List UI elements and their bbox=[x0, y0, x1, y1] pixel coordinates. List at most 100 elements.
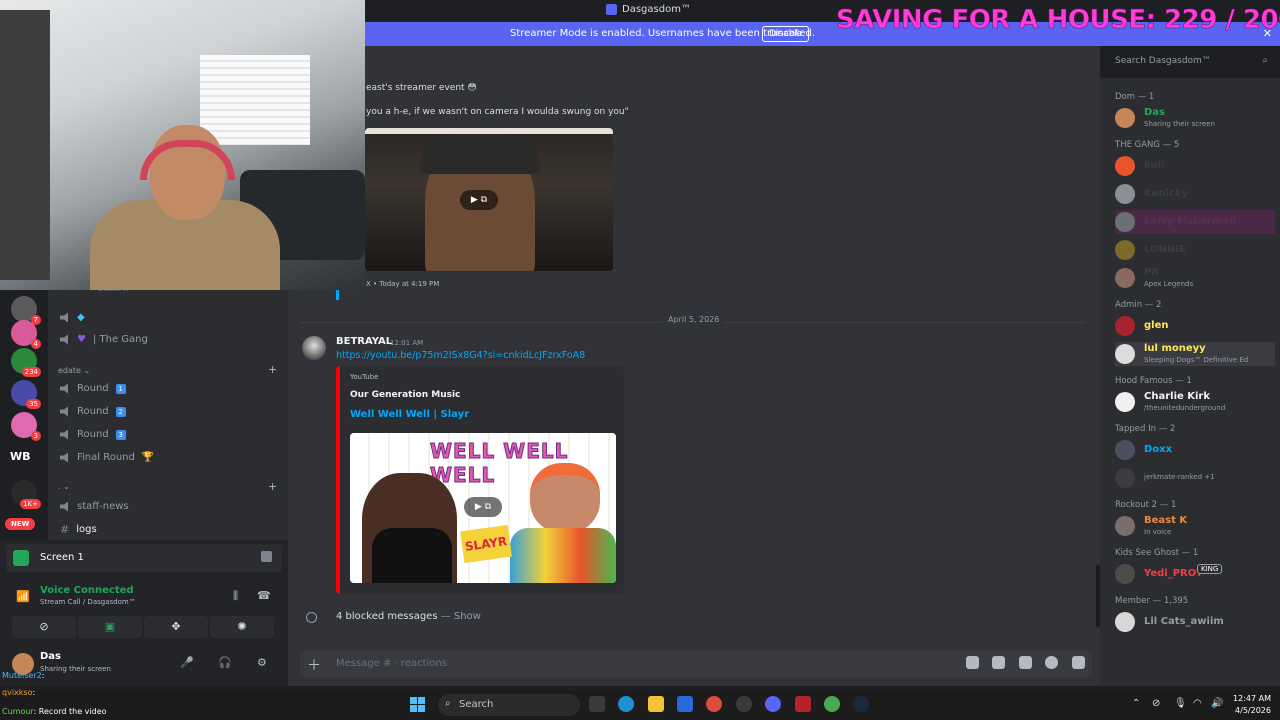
blocked-messages[interactable]: 4 blocked messages — Show bbox=[336, 611, 481, 622]
gif-icon[interactable] bbox=[992, 656, 1005, 669]
chat-scrollbar[interactable] bbox=[1096, 565, 1100, 627]
new-pill[interactable]: NEW bbox=[5, 518, 36, 530]
steam-icon[interactable] bbox=[853, 696, 869, 712]
member-item[interactable]: PR Apex Legends bbox=[1115, 266, 1275, 290]
tray-chevron-icon[interactable]: ⌃ bbox=[1132, 698, 1140, 709]
embed-author[interactable]: Our Generation Music bbox=[350, 390, 460, 400]
member-status: jerkmate-ranked +1 bbox=[1144, 473, 1215, 481]
embed-title[interactable]: Well Well Well | Slayr bbox=[350, 409, 469, 420]
add-channel-icon[interactable]: + bbox=[268, 480, 277, 493]
headphones-icon[interactable]: 🎧 bbox=[218, 656, 232, 669]
play-icon[interactable]: ▶ ⧉ bbox=[460, 190, 498, 210]
author-avatar[interactable] bbox=[302, 336, 326, 360]
member-item[interactable]: lul moneyy Sleeping Dogs™ Definitive Ed bbox=[1115, 342, 1275, 366]
server-icon[interactable]: 35 bbox=[11, 380, 41, 409]
category-edate[interactable]: edate ⌄ bbox=[58, 366, 90, 375]
show-blocked-link[interactable]: — Show bbox=[441, 611, 481, 622]
attach-plus-icon[interactable]: ＋ bbox=[307, 655, 321, 675]
microphone-icon[interactable]: 🎤 bbox=[180, 656, 194, 669]
member-name: Das bbox=[1144, 107, 1166, 118]
tray-wifi-icon[interactable]: ◠ bbox=[1193, 698, 1202, 709]
round-badge: 3 bbox=[115, 429, 126, 440]
member-item[interactable]: Charlie Kirk/theunitedunderground bbox=[1115, 390, 1275, 414]
clock-date: 4/5/2026 bbox=[1235, 706, 1271, 715]
close-popout-icon[interactable] bbox=[261, 551, 272, 562]
member-item[interactable]: Yedi_PRO7 KING bbox=[1115, 562, 1275, 586]
chrome-icon[interactable] bbox=[706, 696, 722, 712]
taskbar-search[interactable]: ⌕ Search bbox=[438, 694, 580, 716]
voice-channel-path[interactable]: Stream Call / Dasgasdom™ bbox=[40, 598, 136, 606]
soundboard-button[interactable]: ✺ bbox=[210, 616, 274, 638]
disconnect-icon[interactable]: ☎ bbox=[257, 589, 271, 602]
adobe-icon[interactable] bbox=[795, 696, 811, 712]
emoji-icon[interactable] bbox=[1045, 656, 1058, 669]
embed-thumbnail[interactable]: WELL WELL WELL SLAYR ▶ ⧉ bbox=[350, 433, 616, 583]
voice-channel-round-3[interactable]: Round 3 bbox=[60, 429, 126, 440]
member-item[interactable]: Larry Fisherman bbox=[1115, 210, 1275, 234]
member-item[interactable]: jerkmate-ranked +1 bbox=[1115, 466, 1275, 490]
settings-gear-icon[interactable]: ⚙ bbox=[257, 656, 267, 669]
signal-icon[interactable]: 📶 bbox=[16, 590, 30, 603]
member-item[interactable]: Doxx bbox=[1115, 438, 1275, 462]
server-icon[interactable]: 7 bbox=[11, 296, 41, 325]
member-item[interactable]: Lil Cats_awiim bbox=[1115, 610, 1275, 634]
disable-streamer-mode-button[interactable]: Disable bbox=[762, 26, 810, 42]
obs-icon[interactable] bbox=[736, 696, 752, 712]
tray-mic-icon[interactable]: 🎙 bbox=[1174, 698, 1187, 709]
member-avatar bbox=[1115, 316, 1135, 336]
server-icon[interactable]: 1K+ bbox=[11, 480, 41, 509]
store-icon[interactable] bbox=[677, 696, 693, 712]
file-explorer-icon[interactable] bbox=[648, 696, 664, 712]
member-name: Doxx bbox=[1144, 444, 1173, 455]
chat-line: qvixkso: bbox=[2, 688, 35, 697]
screen-share-popout[interactable]: Screen 1 bbox=[6, 544, 282, 572]
voice-panel: Screen 1 📶 Voice Connected Stream Call /… bbox=[0, 540, 288, 686]
category-dot[interactable]: . ⌄ bbox=[58, 482, 70, 491]
chrome-profile-icon[interactable] bbox=[824, 696, 840, 712]
server-wb[interactable]: WB bbox=[10, 450, 31, 463]
voice-channel-diamond[interactable]: ◆ bbox=[60, 312, 85, 323]
voice-channel-the-gang[interactable]: ♥ | The Gang bbox=[60, 334, 148, 345]
text-channel-logs[interactable]: # logs bbox=[60, 523, 97, 536]
taskbar-clock[interactable]: 12:47 AM 4/5/2026 bbox=[1233, 693, 1271, 717]
prev-message-line1: east's streamer event 😳 bbox=[366, 83, 477, 93]
member-item[interactable]: Beast K In voice bbox=[1115, 514, 1275, 538]
activities-button[interactable]: ✥ bbox=[144, 616, 208, 638]
member-item[interactable]: Das Sharing their screen bbox=[1115, 106, 1275, 130]
user-name[interactable]: Das bbox=[40, 651, 61, 662]
server-icon[interactable]: 234 bbox=[11, 348, 41, 377]
start-button[interactable] bbox=[410, 697, 426, 713]
tray-volume-icon[interactable]: 🔊 bbox=[1211, 698, 1223, 709]
voice-channel-round-2[interactable]: Round 2 bbox=[60, 406, 126, 417]
speaker-icon bbox=[60, 429, 68, 440]
add-channel-icon[interactable]: + bbox=[268, 363, 277, 376]
member-item[interactable]: LONNIE bbox=[1115, 238, 1275, 262]
server-icon[interactable]: 4 bbox=[11, 320, 41, 349]
camera-off-button[interactable]: ⊘ bbox=[12, 616, 76, 638]
message-author[interactable]: BETRAYAL bbox=[336, 336, 392, 347]
voice-channel-round-1[interactable]: Round 1 bbox=[60, 383, 126, 394]
message-composer[interactable]: ＋ Message # · reactions bbox=[300, 650, 1092, 678]
apps-icon[interactable] bbox=[1072, 656, 1085, 669]
search-input[interactable]: Search Dasgasdom™ ⌕ bbox=[1108, 52, 1274, 72]
discord-taskbar-icon[interactable] bbox=[765, 696, 781, 712]
task-view-icon[interactable] bbox=[589, 696, 605, 712]
member-item[interactable]: Kenicky bbox=[1115, 182, 1275, 206]
message-timestamp: 12:01 AM bbox=[390, 339, 424, 347]
youtube-link[interactable]: https://youtu.be/p75m2ISx8G4?si=cnkidLcJ… bbox=[336, 350, 585, 361]
share-screen-button[interactable]: ▣ bbox=[78, 616, 142, 638]
text-channel-staff-news[interactable]: staff-news bbox=[60, 501, 129, 512]
server-icon[interactable]: 3 bbox=[11, 412, 41, 441]
member-item[interactable]: kali bbox=[1115, 154, 1275, 178]
member-item[interactable]: glen bbox=[1115, 314, 1275, 338]
start-tile bbox=[418, 705, 425, 712]
voice-channel-final-round[interactable]: Final Round 🏆 bbox=[60, 452, 154, 463]
video-thumbnail[interactable]: ▶ ⧉ bbox=[365, 128, 613, 271]
gift-icon[interactable] bbox=[966, 656, 979, 669]
member-avatar bbox=[1115, 344, 1135, 364]
play-icon[interactable]: ▶ ⧉ bbox=[464, 497, 502, 517]
noise-suppression-icon[interactable]: ⫼ bbox=[233, 589, 238, 603]
sticker-icon[interactable] bbox=[1019, 656, 1032, 669]
edge-icon[interactable] bbox=[618, 696, 634, 712]
tray-network-icon[interactable]: ⊘ bbox=[1152, 698, 1160, 709]
